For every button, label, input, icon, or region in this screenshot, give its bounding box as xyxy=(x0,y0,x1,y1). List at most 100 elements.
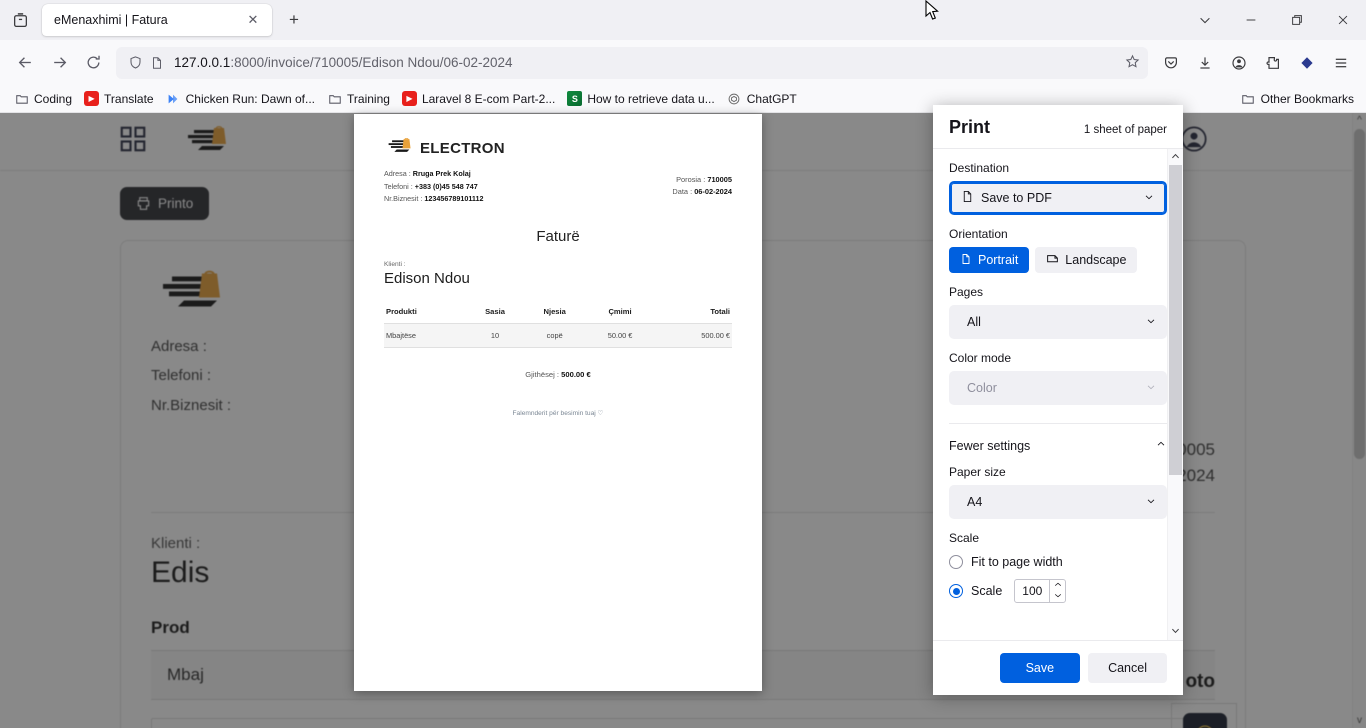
new-tab-button[interactable]: + xyxy=(278,4,310,36)
radio-icon[interactable] xyxy=(949,555,963,569)
pocket-icon[interactable] xyxy=(1154,46,1188,80)
stepper-down-icon[interactable] xyxy=(1054,593,1062,600)
toolbar-icons xyxy=(1154,46,1358,80)
preview-title: Faturë xyxy=(384,228,732,245)
chevron-down-icon xyxy=(1145,381,1157,396)
bookmark-laravel[interactable]: ▶ Laravel 8 E-com Part-2... xyxy=(396,89,561,108)
orientation-group: Portrait Landscape xyxy=(949,247,1167,273)
preview-total: Gjithësej : 500.00 € xyxy=(384,370,732,379)
destination-select[interactable]: Save to PDF xyxy=(949,181,1167,215)
color-mode-select[interactable]: Color xyxy=(949,371,1167,405)
tab-strip: eMenaxhimi | Fatura ✕ + xyxy=(0,0,1366,40)
close-window-icon[interactable] xyxy=(1320,0,1366,40)
landscape-page-icon xyxy=(1046,252,1059,268)
scroll-down-icon[interactable] xyxy=(1170,625,1181,638)
save-button[interactable]: Save xyxy=(1000,653,1081,683)
preview-cell-totali: 500.00 € xyxy=(654,323,732,347)
url-host: 127.0.0.1 xyxy=(174,55,230,70)
fewer-settings-toggle[interactable]: Fewer settings xyxy=(949,438,1167,453)
url-bar[interactable]: 127.0.0.1:8000/invoice/710005/Edison Ndo… xyxy=(116,47,1148,79)
preview-business-value: 123456789101112 xyxy=(424,194,483,203)
print-preview-page: ELECTRON Adresa : Rruga Prek Kolaj Telef… xyxy=(354,114,762,691)
other-bookmarks[interactable]: Other Bookmarks xyxy=(1235,89,1358,108)
bookmark-translate[interactable]: ▶ Translate xyxy=(78,89,160,108)
orientation-landscape-button[interactable]: Landscape xyxy=(1035,247,1137,273)
window-controls xyxy=(1182,0,1366,40)
paper-size-value: A4 xyxy=(967,495,982,509)
scale-custom-option[interactable]: Scale 100 xyxy=(949,579,1167,603)
preview-total-value: 500.00 € xyxy=(561,370,591,379)
scale-arrows[interactable] xyxy=(1049,580,1065,602)
maximize-icon[interactable] xyxy=(1274,0,1320,40)
bookmark-label: Training xyxy=(347,92,390,106)
tab-title: eMenaxhimi | Fatura xyxy=(54,13,242,27)
preview-col-sasia: Sasia xyxy=(467,303,524,324)
sync-icon[interactable] xyxy=(1290,46,1324,80)
pages-select[interactable]: All xyxy=(949,305,1167,339)
list-all-tabs-icon[interactable] xyxy=(0,0,40,40)
bookmark-chicken-run[interactable]: Chicken Run: Dawn of... xyxy=(160,89,321,108)
menu-icon[interactable] xyxy=(1324,46,1358,80)
orientation-portrait-label: Portrait xyxy=(978,253,1018,267)
preview-date-label: Data : xyxy=(672,187,692,196)
preview-total-label: Gjithësej : xyxy=(525,370,559,379)
close-icon[interactable]: ✕ xyxy=(242,9,264,31)
chevron-up-icon xyxy=(1155,438,1167,453)
downloads-icon[interactable] xyxy=(1188,46,1222,80)
print-dialog: Print 1 sheet of paper Destination Save … xyxy=(933,105,1183,695)
browser-window: eMenaxhimi | Fatura ✕ + xyxy=(0,0,1366,728)
scale-input[interactable]: 100 xyxy=(1015,580,1049,602)
scrollbar-thumb[interactable] xyxy=(1169,165,1182,475)
preview-company-info: Adresa : Rruga Prek Kolaj Telefoni : +38… xyxy=(384,168,505,206)
bookmark-coding[interactable]: Coding xyxy=(8,89,78,108)
url-text: 127.0.0.1:8000/invoice/710005/Edison Ndo… xyxy=(174,55,513,70)
pdf-file-icon xyxy=(961,190,974,206)
bookmark-label: Chicken Run: Dawn of... xyxy=(186,92,315,106)
forward-icon[interactable] xyxy=(42,46,76,80)
bookmark-star-icon[interactable] xyxy=(1125,54,1140,72)
minimize-icon[interactable] xyxy=(1228,0,1274,40)
stepper-up-icon[interactable] xyxy=(1054,582,1062,589)
extensions-icon[interactable] xyxy=(1256,46,1290,80)
preview-order-value: 710005 xyxy=(707,175,732,184)
scroll-up-icon[interactable] xyxy=(1170,151,1181,164)
bookmark-label: ChatGPT xyxy=(747,92,797,106)
color-mode-value: Color xyxy=(967,381,997,395)
blue-arrow-icon xyxy=(166,91,181,106)
portrait-page-icon xyxy=(960,253,972,268)
chatgpt-icon xyxy=(727,91,742,106)
account-icon[interactable] xyxy=(1222,46,1256,80)
scale-fit-option[interactable]: Fit to page width xyxy=(949,555,1167,569)
preview-cell-produkti: Mbajtëse xyxy=(384,323,467,347)
page-info-icon[interactable] xyxy=(146,56,168,70)
browser-tab[interactable]: eMenaxhimi | Fatura ✕ xyxy=(42,4,272,36)
print-dialog-body: Destination Save to PDF Orientation Port… xyxy=(933,148,1183,640)
bookmark-retrieve-data[interactable]: S How to retrieve data u... xyxy=(561,89,720,108)
orientation-portrait-button[interactable]: Portrait xyxy=(949,247,1029,273)
scale-label: Scale xyxy=(949,531,1167,545)
destination-label: Destination xyxy=(949,161,1167,175)
preview-thanks: Falemnderit për besimin tuaj ♡ xyxy=(384,409,732,417)
preview-meta: Porosia : 710005 Data : 06-02-2024 xyxy=(672,136,732,198)
bookmark-training[interactable]: Training xyxy=(321,89,396,108)
paper-size-select[interactable]: A4 xyxy=(949,485,1167,519)
reload-icon[interactable] xyxy=(76,46,110,80)
chevron-down-icon[interactable] xyxy=(1182,0,1228,40)
preview-col-produkti: Produkti xyxy=(384,303,467,324)
preview-cell-cmimi: 50.00 € xyxy=(586,323,654,347)
bookmark-chatgpt[interactable]: ChatGPT xyxy=(721,89,803,108)
bookmark-label: Laravel 8 E-com Part-2... xyxy=(422,92,555,106)
url-path: :8000/invoice/710005/Edison Ndou/06-02-2… xyxy=(230,55,512,70)
print-dialog-scrollbar[interactable] xyxy=(1167,149,1183,640)
cancel-button[interactable]: Cancel xyxy=(1088,653,1167,683)
scale-stepper[interactable]: 100 xyxy=(1014,579,1066,603)
shield-icon[interactable] xyxy=(124,55,146,70)
radio-icon-selected[interactable] xyxy=(949,584,963,598)
preview-phone-label: Telefoni : xyxy=(384,182,413,191)
back-icon[interactable] xyxy=(8,46,42,80)
scale-fit-label: Fit to page width xyxy=(971,555,1063,569)
print-dialog-title: Print xyxy=(949,117,990,138)
print-dialog-footer: Save Cancel xyxy=(933,640,1183,695)
paper-size-label: Paper size xyxy=(949,465,1167,479)
preview-col-njesia: Njesia xyxy=(523,303,586,324)
